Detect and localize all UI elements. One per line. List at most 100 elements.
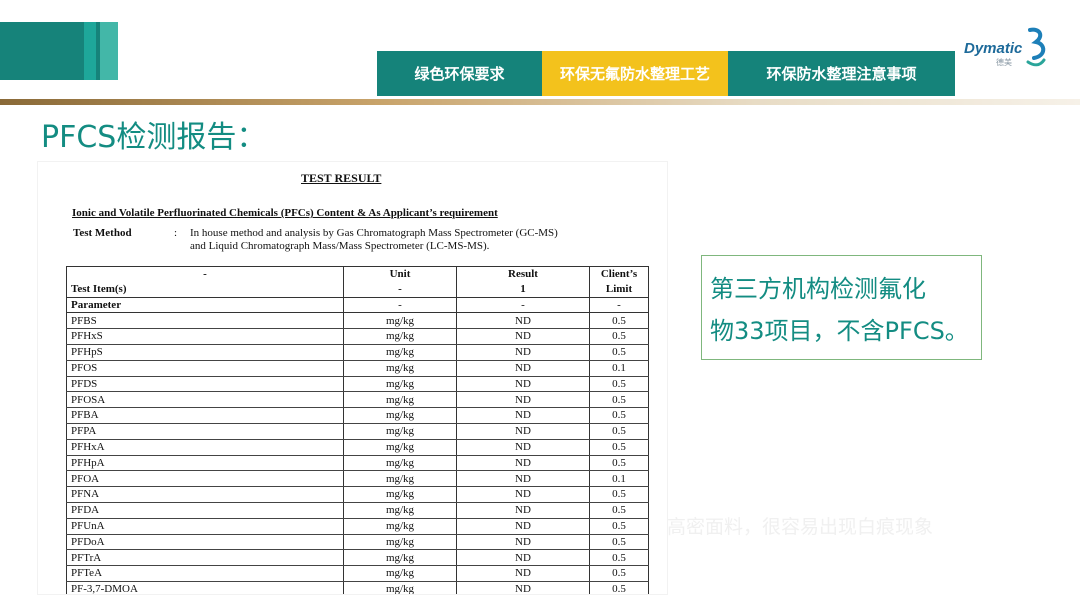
logo-mark-icon bbox=[1026, 27, 1046, 67]
cell-limit: 0.5 bbox=[589, 518, 649, 535]
test-method-text: In house method and analysis by Gas Chro… bbox=[190, 227, 630, 253]
cell-unit: mg/kg bbox=[343, 391, 457, 409]
cell-limit: 0.5 bbox=[589, 391, 649, 409]
cell-result: ND bbox=[456, 312, 590, 330]
cell-limit: 0.1 bbox=[589, 470, 649, 488]
cell-result: ND bbox=[456, 455, 590, 472]
cell-item: PFTrA bbox=[66, 549, 344, 567]
table-row: PFOSA mg/kg ND 0.5 bbox=[66, 391, 649, 409]
cell-unit: mg/kg bbox=[343, 534, 457, 551]
table-row: PFPA mg/kg ND 0.5 bbox=[66, 423, 649, 440]
table-row: PFHxA mg/kg ND 0.5 bbox=[66, 439, 649, 456]
header-cell: - bbox=[456, 297, 590, 314]
cell-result: ND bbox=[456, 391, 590, 409]
test-method-line: and Liquid Chromatograph Mass/Mass Spect… bbox=[190, 240, 490, 252]
page-title: PFCS检测报告： bbox=[41, 120, 267, 155]
table-row: PFDS mg/kg ND 0.5 bbox=[66, 376, 649, 393]
header-cell: Parameter bbox=[66, 297, 344, 314]
test-method-label: Test Method bbox=[73, 227, 132, 239]
faded-caption: 高密面料，很容易出现白痕现象 bbox=[667, 516, 934, 538]
tab-fluorine-free-process[interactable]: 环保无氟防水整理工艺 bbox=[542, 51, 728, 96]
cell-unit: mg/kg bbox=[343, 407, 457, 424]
cell-item: PFTeA bbox=[66, 565, 344, 582]
cell-item: PFOSA bbox=[66, 391, 344, 409]
cell-unit: mg/kg bbox=[343, 565, 457, 582]
cell-item: PFDA bbox=[66, 502, 344, 519]
header-stripe bbox=[100, 22, 118, 80]
table-row: PFBA mg/kg ND 0.5 bbox=[66, 407, 649, 424]
cell-result: ND bbox=[456, 518, 590, 535]
header-cell: - bbox=[343, 281, 457, 298]
cell-item: PFNA bbox=[66, 486, 344, 503]
cell-item: PFBA bbox=[66, 407, 344, 424]
cell-result: ND bbox=[456, 581, 590, 594]
table-row: PFOA mg/kg ND 0.1 bbox=[66, 470, 649, 488]
table-row: PFTeA mg/kg ND 0.5 bbox=[66, 565, 649, 582]
test-report: TEST RESULT Ionic and Volatile Perfluori… bbox=[38, 162, 667, 594]
cell-result: ND bbox=[456, 549, 590, 567]
header-stripe bbox=[84, 22, 96, 80]
header-cell: Result bbox=[456, 265, 590, 282]
table-row: PFOS mg/kg ND 0.1 bbox=[66, 360, 649, 377]
cell-result: ND bbox=[456, 534, 590, 551]
callout-line: 物33项目，不含PFCS。 bbox=[710, 317, 969, 345]
cell-item: PFHpS bbox=[66, 344, 344, 361]
table-row: PF-3,7-DMOA mg/kg ND 0.5 bbox=[66, 581, 649, 594]
cell-item: PFOS bbox=[66, 360, 344, 377]
top-nav: 绿色环保要求 环保无氟防水整理工艺 环保防水整理注意事项 bbox=[377, 51, 955, 96]
header-cell: Unit bbox=[343, 265, 457, 282]
cell-unit: mg/kg bbox=[343, 518, 457, 535]
cell-item: PFBS bbox=[66, 312, 344, 330]
tab-green-requirements[interactable]: 绿色环保要求 bbox=[377, 51, 542, 96]
table-row: PFNA mg/kg ND 0.5 bbox=[66, 486, 649, 503]
table-header-row: Parameter - - - bbox=[66, 297, 649, 314]
cell-limit: 0.5 bbox=[589, 455, 649, 472]
cell-item: PFOA bbox=[66, 470, 344, 488]
cell-limit: 0.1 bbox=[589, 360, 649, 377]
conclusion-callout: 第三方机构检测氟化 物33项目，不含PFCS。 bbox=[701, 255, 982, 360]
cell-limit: 0.5 bbox=[589, 439, 649, 456]
cell-unit: mg/kg bbox=[343, 344, 457, 361]
cell-item: PFDoA bbox=[66, 534, 344, 551]
results-table: - Unit Result Client’s Test Item(s) - 1 … bbox=[66, 265, 649, 594]
cell-item: PFPA bbox=[66, 423, 344, 440]
logo-sub: 德美 bbox=[996, 58, 1012, 67]
cell-result: ND bbox=[456, 470, 590, 488]
cell-unit: mg/kg bbox=[343, 581, 457, 594]
header-cell: Test Item(s) bbox=[66, 281, 344, 298]
test-method-line: In house method and analysis by Gas Chro… bbox=[190, 227, 558, 239]
report-heading: TEST RESULT bbox=[301, 171, 382, 185]
cell-limit: 0.5 bbox=[589, 407, 649, 424]
cell-result: ND bbox=[456, 376, 590, 393]
table-header-row: Test Item(s) - 1 Limit bbox=[66, 281, 649, 298]
cell-limit: 0.5 bbox=[589, 486, 649, 503]
table-row: PFDoA mg/kg ND 0.5 bbox=[66, 534, 649, 551]
logo-brand: Dymatic bbox=[964, 40, 1023, 57]
results-body: PFBS mg/kg ND 0.5 PFHxS mg/kg ND 0.5 PFHpS mg/kg N… bbox=[66, 312, 649, 594]
cell-unit: mg/kg bbox=[343, 376, 457, 393]
cell-limit: 0.5 bbox=[589, 581, 649, 594]
cell-item: PFUnA bbox=[66, 518, 344, 535]
table-header-row: - Unit Result Client’s bbox=[66, 265, 649, 282]
cell-result: ND bbox=[456, 486, 590, 503]
cell-limit: 0.5 bbox=[589, 328, 649, 345]
header-cell: 1 bbox=[456, 281, 590, 298]
cell-unit: mg/kg bbox=[343, 502, 457, 519]
cell-unit: mg/kg bbox=[343, 455, 457, 472]
cell-result: ND bbox=[456, 502, 590, 519]
cell-unit: mg/kg bbox=[343, 312, 457, 330]
dymatic-logo: Dymatic 德美 bbox=[964, 26, 1054, 70]
cell-limit: 0.5 bbox=[589, 565, 649, 582]
cell-limit: 0.5 bbox=[589, 549, 649, 567]
cell-unit: mg/kg bbox=[343, 470, 457, 488]
cell-item: PFHxS bbox=[66, 328, 344, 345]
tab-waterproof-notes[interactable]: 环保防水整理注意事项 bbox=[728, 51, 955, 96]
cell-limit: 0.5 bbox=[589, 423, 649, 440]
cell-item: PF-3,7-DMOA bbox=[66, 581, 344, 594]
cell-result: ND bbox=[456, 407, 590, 424]
cell-limit: 0.5 bbox=[589, 344, 649, 361]
cell-unit: mg/kg bbox=[343, 423, 457, 440]
table-row: PFHxS mg/kg ND 0.5 bbox=[66, 328, 649, 345]
table-row: PFHpS mg/kg ND 0.5 bbox=[66, 344, 649, 361]
test-method-colon: : bbox=[174, 227, 178, 239]
